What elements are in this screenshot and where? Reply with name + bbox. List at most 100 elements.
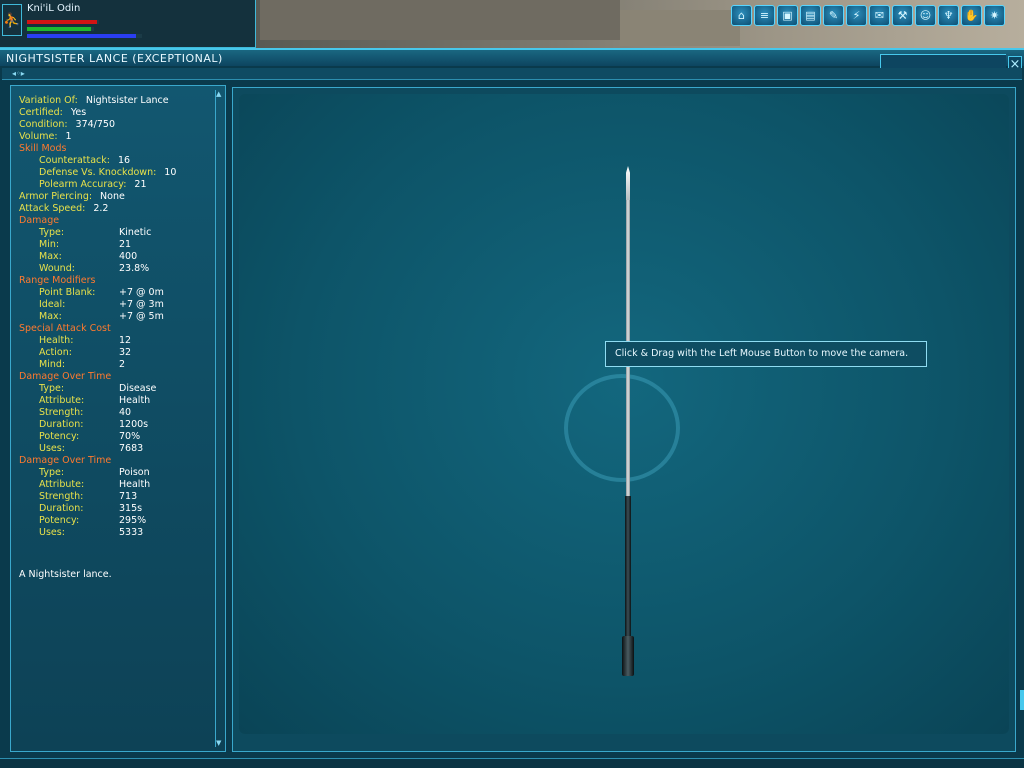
attribute-row: Damage Over Time (19, 371, 176, 383)
attribute-value: 21 (119, 239, 132, 250)
attribute-value: Disease (119, 383, 157, 394)
attribute-row: Type: Kinetic (19, 227, 176, 239)
attribute-label: Mind: (39, 359, 66, 370)
window-resize-handle[interactable] (1020, 690, 1024, 710)
attribute-value: +7 @ 5m (119, 311, 164, 322)
attribute-section-header: Special Attack Cost (19, 323, 111, 334)
attribute-row: Uses: 7683 (19, 443, 176, 455)
attribute-value: +7 @ 0m (119, 287, 164, 298)
abilities-icon[interactable]: ⚡ (846, 5, 867, 26)
player-name: Kni'iL Odin (27, 3, 81, 14)
window-title: NIGHTSISTER LANCE (EXCEPTIONAL) (6, 52, 223, 65)
attribute-value: 10 (164, 167, 177, 178)
attribute-row: Health: 12 (19, 335, 176, 347)
title-bar-accent (880, 54, 1006, 68)
attribute-value: 1200s (119, 419, 149, 430)
attribute-row: Ideal: +7 @ 3m (19, 299, 176, 311)
attribute-label: Type: (39, 383, 65, 394)
window-subheader: ◂◦▸ (2, 68, 1022, 80)
attribute-label: Type: (39, 467, 65, 478)
attribute-row: Max: +7 @ 5m (19, 311, 176, 323)
crafting-icon[interactable]: ⚒ (892, 5, 913, 26)
action-bar (27, 27, 94, 31)
attribute-value: 2 (119, 359, 126, 370)
mail-icon[interactable]: ✉ (869, 5, 890, 26)
datapad-icon[interactable]: ▤ (800, 5, 821, 26)
attribute-row: Action: 32 (19, 347, 176, 359)
attribute-label: Attribute: (39, 395, 85, 406)
attribute-label: Min: (39, 239, 60, 250)
attribute-value: 16 (117, 155, 131, 166)
attribute-value: Kinetic (119, 227, 152, 238)
attribute-label: Counterattack: (39, 155, 110, 166)
attributes-scrollbar[interactable]: ▲ ▼ (215, 90, 223, 747)
attribute-row: Potency: 70% (19, 431, 176, 443)
attribute-label: Point Blank: (39, 287, 96, 298)
attribute-row: Point Blank: +7 @ 0m (19, 287, 176, 299)
attribute-label: Defense Vs. Knockdown: (39, 167, 157, 178)
attribute-row: Uses: 5333 (19, 527, 176, 539)
attribute-label: Health: (39, 335, 74, 346)
attribute-value: 23.8% (119, 263, 150, 274)
attribute-row: Type: Poison (19, 467, 176, 479)
attribute-section-header: Skill Mods (19, 143, 67, 154)
attribute-label: Ideal: (39, 299, 66, 310)
attribute-row: Special Attack Cost (19, 323, 176, 335)
window-bottom-edge (0, 758, 1024, 768)
attribute-row: Armor Piercing: None (19, 191, 176, 203)
scroll-down-icon[interactable]: ▼ (216, 739, 221, 747)
inventory-icon[interactable]: ▣ (777, 5, 798, 26)
attribute-row: Defense Vs. Knockdown: 10 (19, 167, 176, 179)
community-icon[interactable]: ☺ (915, 5, 936, 26)
expertise-icon[interactable]: ♆ (938, 5, 959, 26)
attribute-section-header: Damage Over Time (19, 455, 112, 466)
list-icon[interactable]: ≡ (754, 5, 775, 26)
attribute-label: Certified: (19, 107, 63, 118)
attribute-label: Uses: (39, 527, 65, 538)
health-bar (27, 20, 99, 24)
attribute-section-header: Damage (19, 215, 60, 226)
options-icon[interactable]: ✋ (961, 5, 982, 26)
attribute-row: Damage Over Time (19, 455, 176, 467)
attribute-label: Polearm Accuracy: (39, 179, 127, 190)
attribute-value: Health (119, 395, 151, 406)
attribute-label: Potency: (39, 431, 80, 442)
attribute-label: Potency: (39, 515, 80, 526)
scroll-up-icon[interactable]: ▲ (216, 90, 221, 98)
attribute-value: 295% (119, 515, 147, 526)
attribute-row: Variation Of: Nightsister Lance (19, 95, 176, 107)
journal-icon[interactable]: ✎ (823, 5, 844, 26)
lance-tip (626, 166, 630, 200)
item-3d-viewer[interactable]: Click & Drag with the Left Mouse Button … (239, 94, 1009, 734)
building-ledge (620, 10, 740, 46)
attribute-row: Strength: 40 (19, 407, 176, 419)
attribute-row: Attribute: Health (19, 395, 176, 407)
attribute-row: Duration: 1200s (19, 419, 176, 431)
attribute-label: Action: (39, 347, 72, 358)
attribute-label: Armor Piercing: (19, 191, 93, 202)
attribute-value: 2.2 (93, 203, 109, 214)
attribute-row: Attribute: Health (19, 479, 176, 491)
attribute-row: Type: Disease (19, 383, 176, 395)
attribute-section-header: Range Modifiers (19, 275, 96, 286)
quick-toolbar: ⌂ ≡ ▣ ▤ ✎ ⚡ ✉ ⚒ ☺ ♆ ✋ ✷ (731, 5, 1005, 27)
attribute-label: Max: (39, 311, 62, 322)
item-examine-window: NIGHTSISTER LANCE (EXCEPTIONAL) × ◂◦▸ Va… (0, 48, 1024, 768)
resize-arrows-icon[interactable]: ◂◦▸ (12, 68, 25, 80)
attribute-row: Polearm Accuracy: 21 (19, 179, 176, 191)
attribute-row: Min: 21 (19, 239, 176, 251)
attribute-label: Type: (39, 227, 65, 238)
attribute-value: 70% (119, 431, 141, 442)
droid-icon[interactable]: ⌂ (731, 5, 752, 26)
attribute-section-header: Damage Over Time (19, 371, 112, 382)
item-viewer-frame: Click & Drag with the Left Mouse Button … (232, 87, 1016, 752)
attribute-value: 400 (119, 251, 138, 262)
attribute-row: Mind: 2 (19, 359, 176, 371)
attribute-value: Nightsister Lance (85, 95, 169, 106)
title-bar[interactable]: NIGHTSISTER LANCE (EXCEPTIONAL) (0, 50, 1024, 66)
player-status-widget[interactable]: ⛹ Kni'iL Odin (0, 0, 256, 48)
settings-icon[interactable]: ✷ (984, 5, 1005, 26)
attribute-label: Duration: (39, 503, 84, 514)
attribute-label: Attack Speed: (19, 203, 86, 214)
attribute-value: 315s (119, 503, 143, 514)
